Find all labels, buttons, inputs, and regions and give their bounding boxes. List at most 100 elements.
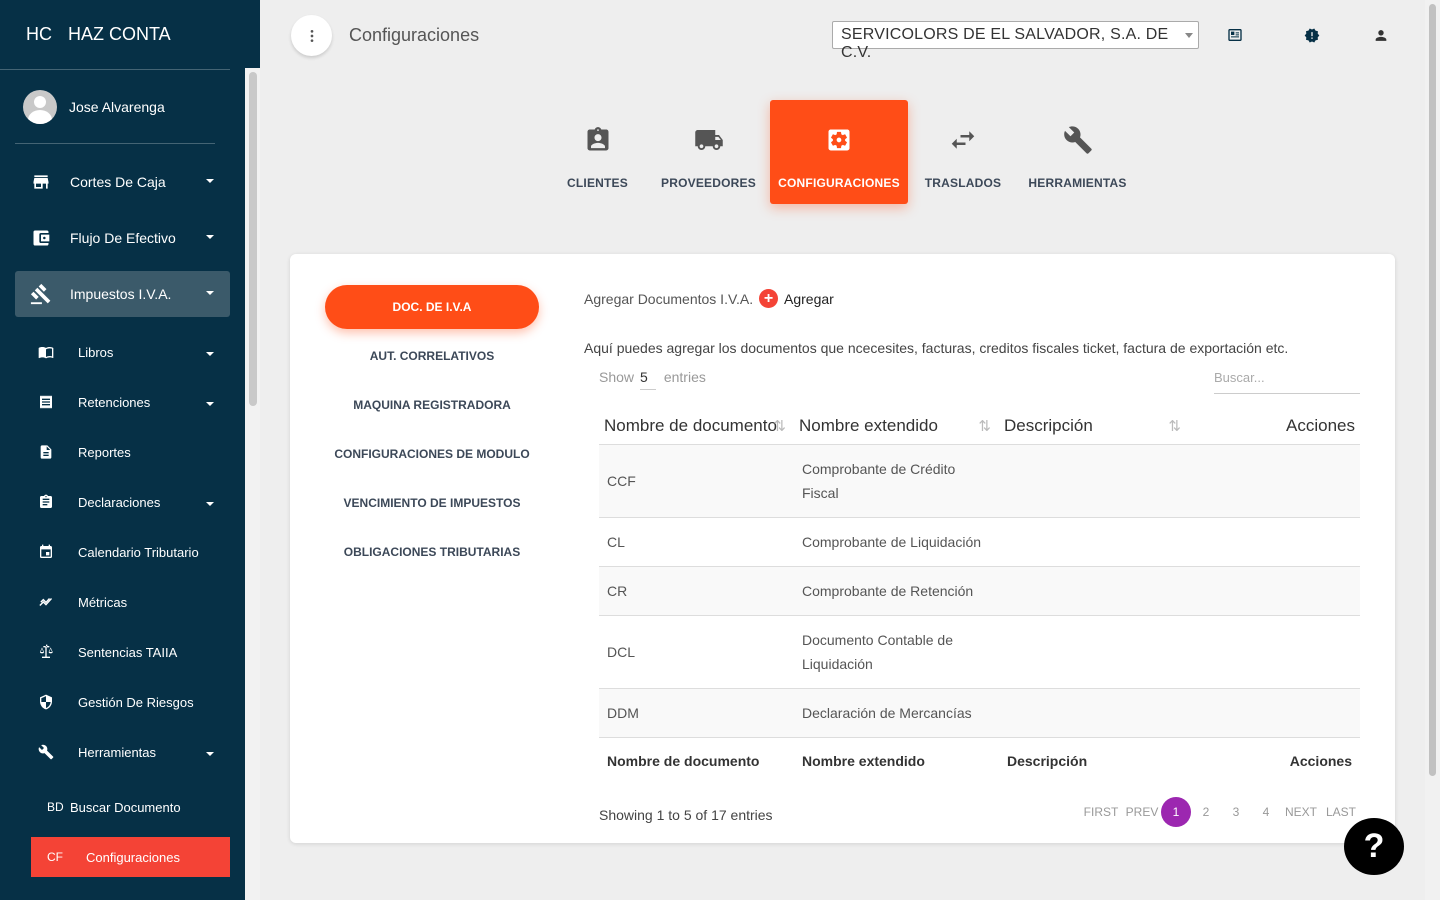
column-header-label: Nombre extendido bbox=[799, 415, 938, 435]
notifications-button[interactable] bbox=[1304, 27, 1320, 43]
table-row[interactable]: DDM Declaración de Mercancías bbox=[599, 688, 1360, 738]
pagination-next[interactable]: NEXT bbox=[1283, 797, 1319, 827]
badge-icon bbox=[582, 124, 614, 156]
content-card: DOC. DE I.V.A AUT. CORRELATIVOS MAQUINA … bbox=[290, 254, 1395, 843]
left-nav-aut-correlativos[interactable]: AUT. CORRELATIVOS bbox=[325, 349, 539, 363]
column-header-nombre-documento[interactable]: Nombre de documento ⇅ bbox=[599, 408, 794, 445]
sidebar-subitem-herramientas[interactable]: Herramientas bbox=[15, 732, 230, 772]
sidebar-subitem-label: Retenciones bbox=[78, 394, 151, 410]
cell-extendido: Declaración de Mercancías bbox=[794, 688, 999, 738]
sidebar-subitem-calendario-tributario[interactable]: Calendario Tributario bbox=[15, 532, 230, 572]
left-nav-vencimiento-de-impuestos[interactable]: VENCIMIENTO DE IMPUESTOS bbox=[325, 496, 539, 510]
pagination-first[interactable]: FIRST bbox=[1084, 797, 1119, 827]
cell-acciones bbox=[1189, 566, 1360, 616]
help-button[interactable]: ? bbox=[1344, 818, 1404, 875]
pagination-prev[interactable]: PREV bbox=[1126, 797, 1159, 827]
tab-label: CONFIGURACIONES bbox=[778, 176, 900, 190]
chevron-down-icon bbox=[1185, 33, 1193, 38]
table-row[interactable]: DCL Documento Contable de Liquidación bbox=[599, 615, 1360, 689]
sort-icon: ⇅ bbox=[978, 418, 991, 435]
cell-descripcion bbox=[999, 615, 1189, 689]
left-nav-active-doc-iva[interactable]: DOC. DE I.V.A bbox=[325, 285, 539, 329]
table-row[interactable]: CR Comprobante de Retención bbox=[599, 566, 1360, 616]
tab-configuraciones[interactable]: CONFIGURACIONES bbox=[770, 100, 908, 204]
tab-clientes[interactable]: CLIENTES bbox=[551, 100, 644, 204]
left-nav-maquina-registradora[interactable]: MAQUINA REGISTRADORA bbox=[325, 398, 539, 412]
sidebar-mini-label: BD bbox=[47, 800, 64, 814]
sidebar: HC HAZ CONTA Jose Alvarenga Cortes De Ca… bbox=[0, 0, 260, 900]
more-menu-button[interactable] bbox=[291, 15, 332, 56]
sidebar-subitem-declaraciones[interactable]: Declaraciones bbox=[15, 482, 230, 522]
show-label: Show bbox=[599, 369, 635, 385]
sidebar-subitem-sentencias-taiia[interactable]: Sentencias TAIIA bbox=[15, 632, 230, 672]
left-nav-configuraciones-de-modulo[interactable]: CONFIGURACIONES DE MODULO bbox=[325, 447, 539, 461]
company-select[interactable]: SERVICOLORS DE EL SALVADOR, S.A. DE C.V. bbox=[832, 21, 1199, 61]
column-header-nombre-extendido[interactable]: Nombre extendido ⇅ bbox=[794, 408, 999, 445]
brand-mini: HC bbox=[26, 24, 52, 44]
sidebar-item-impuestos-iva[interactable]: Impuestos I.V.A. bbox=[15, 271, 230, 317]
sidebar-subitem-libros[interactable]: Libros bbox=[15, 332, 230, 372]
sidebar-item-cortes-de-caja[interactable]: Cortes De Caja bbox=[15, 159, 230, 205]
user-menu-button[interactable] bbox=[1373, 27, 1389, 43]
sidebar-subitem-label: Gestión De Riesgos bbox=[78, 694, 194, 710]
cell-extendido: Comprobante de Crédito Fiscal bbox=[794, 444, 999, 518]
sidebar-subitem-label: Reportes bbox=[78, 444, 131, 460]
pagination-page-2[interactable]: 2 bbox=[1191, 797, 1221, 827]
page-scrollbar[interactable] bbox=[1425, 0, 1440, 900]
avatar bbox=[23, 89, 57, 124]
chevron-down-icon bbox=[206, 352, 214, 356]
table-footer-row: Nombre de documento Nombre extendido Des… bbox=[599, 737, 1360, 785]
tab-herramientas[interactable]: HERRAMIENTAS bbox=[1025, 100, 1130, 204]
alert-badge-icon bbox=[1304, 28, 1320, 42]
trend-icon bbox=[37, 593, 55, 611]
sidebar-subitem-gestion-de-riesgos[interactable]: Gestión De Riesgos bbox=[15, 682, 230, 722]
brand-logo[interactable]: HC HAZ CONTA bbox=[0, 0, 230, 70]
sidebar-subitem-buscar-documento[interactable]: BD Buscar Documento bbox=[15, 787, 230, 827]
left-nav-obligaciones-tributarias[interactable]: OBLIGACIONES TRIBUTARIAS bbox=[325, 545, 539, 559]
calendar-icon bbox=[37, 543, 55, 561]
chevron-down-icon bbox=[206, 291, 214, 295]
pagination-last[interactable]: LAST bbox=[1324, 797, 1358, 827]
sidebar-item-label: Cortes De Caja bbox=[70, 174, 166, 190]
search-input[interactable]: Buscar... bbox=[1214, 364, 1360, 394]
balance-icon bbox=[37, 643, 55, 661]
page-scrollbar-thumb[interactable] bbox=[1429, 4, 1436, 776]
chevron-down-icon bbox=[206, 402, 214, 406]
table-row[interactable]: CCF Comprobante de Crédito Fiscal bbox=[599, 444, 1360, 518]
pagination-page-4[interactable]: 4 bbox=[1251, 797, 1281, 827]
add-button-label: Agregar bbox=[784, 290, 834, 307]
truck-icon bbox=[693, 124, 725, 156]
sidebar-subitem-label: Buscar Documento bbox=[70, 799, 181, 815]
table-row[interactable]: CL Comprobante de Liquidación bbox=[599, 517, 1360, 567]
sidebar-subitem-metricas[interactable]: Métricas bbox=[15, 582, 230, 622]
id-card-button[interactable] bbox=[1227, 27, 1243, 43]
sidebar-nav: HC HAZ CONTA Jose Alvarenga Cortes De Ca… bbox=[0, 0, 245, 877]
sidebar-item-label: Flujo De Efectivo bbox=[70, 230, 176, 246]
table-info: Showing 1 to 5 of 17 entries bbox=[599, 807, 773, 823]
sidebar-subitem-configuraciones[interactable]: CF Configuraciones bbox=[31, 837, 230, 877]
tab-traslados[interactable]: TRASLADOS bbox=[920, 100, 1006, 204]
wrench-icon bbox=[1062, 124, 1094, 156]
cell-extendido: Documento Contable de Liquidación bbox=[794, 615, 999, 689]
cell-acciones bbox=[1189, 688, 1360, 738]
column-header-label: Nombre de documento bbox=[604, 415, 777, 435]
cell-descripcion bbox=[999, 688, 1189, 738]
company-select-value: SERVICOLORS DE EL SALVADOR, S.A. DE C.V. bbox=[841, 26, 1169, 61]
sidebar-scrollbar-thumb[interactable] bbox=[249, 72, 257, 406]
swap-icon bbox=[947, 124, 979, 156]
tab-label: TRASLADOS bbox=[924, 176, 1002, 190]
pagination-page-1[interactable]: 1 bbox=[1161, 797, 1191, 827]
user-profile[interactable]: Jose Alvarenga bbox=[15, 70, 215, 144]
wrench-icon bbox=[37, 743, 55, 761]
column-header-descripcion[interactable]: Descripción ⇅ bbox=[999, 408, 1189, 445]
cell-nombre: CR bbox=[599, 566, 794, 616]
cell-nombre: DDM bbox=[599, 688, 794, 738]
sidebar-item-flujo-de-efectivo[interactable]: Flujo De Efectivo bbox=[15, 215, 230, 261]
cell-nombre: CL bbox=[599, 517, 794, 567]
add-button[interactable]: + Agregar bbox=[759, 289, 834, 308]
tab-proveedores[interactable]: PROVEEDORES bbox=[656, 100, 761, 204]
page-length-select[interactable]: 5 bbox=[640, 369, 656, 390]
pagination-page-3[interactable]: 3 bbox=[1221, 797, 1251, 827]
sidebar-subitem-reportes[interactable]: Reportes bbox=[15, 432, 230, 472]
sidebar-subitem-retenciones[interactable]: Retenciones bbox=[15, 382, 230, 422]
